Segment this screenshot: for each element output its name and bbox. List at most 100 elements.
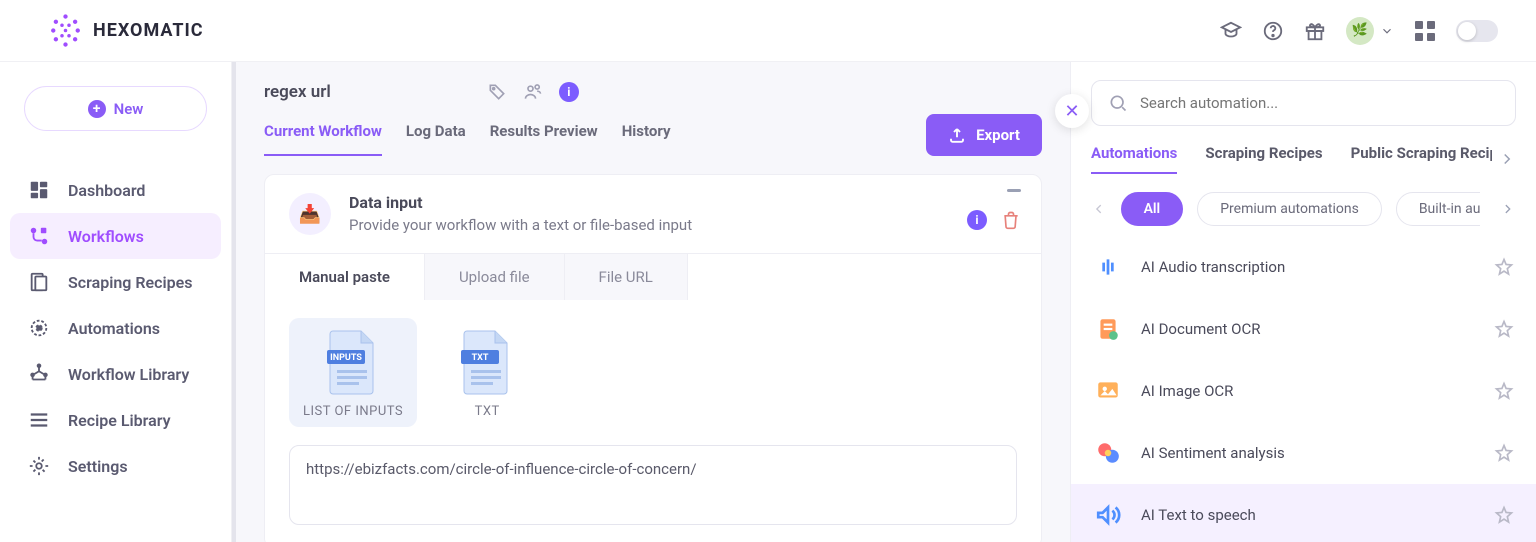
search-input[interactable]: [1140, 94, 1499, 112]
sidebar-item-label: Workflow Library: [68, 365, 189, 384]
search-icon: [1108, 93, 1128, 113]
star-icon[interactable]: [1494, 381, 1514, 401]
automation-label: AI Text to speech: [1141, 506, 1476, 524]
apps-grid-icon[interactable]: [1414, 20, 1436, 42]
data-input-card: 📥 Data input Provide your workflow with …: [264, 174, 1042, 542]
chevron-right-icon[interactable]: [1498, 150, 1516, 168]
sidebar-item-rec-lib[interactable]: Recipe Library: [10, 397, 221, 443]
step-title: Data input: [349, 193, 692, 212]
svg-text:INPUTS: INPUTS: [330, 353, 362, 363]
filter-pills: All Premium automations Built-in automo: [1121, 192, 1481, 226]
sidebar-item-dashboard[interactable]: Dashboard: [10, 167, 221, 213]
sidebar-item-recipes[interactable]: Scraping Recipes: [10, 259, 221, 305]
sidebar-item-label: Dashboard: [68, 181, 145, 200]
tab-history[interactable]: History: [622, 114, 671, 156]
hexomatic-logo-icon: [48, 13, 83, 48]
help-icon[interactable]: [1262, 20, 1284, 42]
settings-icon: [28, 455, 50, 477]
collapse-icon[interactable]: [1007, 189, 1021, 192]
user-menu[interactable]: 🌿: [1346, 17, 1394, 45]
sidebar-item-label: Workflows: [68, 227, 144, 246]
input-tab-file-url[interactable]: File URL: [565, 254, 688, 300]
star-icon[interactable]: [1494, 257, 1514, 277]
tab-results-preview[interactable]: Results Preview: [490, 114, 598, 156]
new-button-label: New: [114, 100, 144, 118]
pill-built-in-automo[interactable]: Built-in automo: [1396, 192, 1481, 226]
chevron-right-icon[interactable]: [1500, 200, 1516, 218]
academy-icon[interactable]: [1220, 20, 1242, 42]
automations-panel: ✕ AutomationsScraping RecipesPublic Scra…: [1070, 62, 1536, 542]
automation-ai-text-to-speech[interactable]: AI Text to speech: [1071, 484, 1536, 542]
sidebar-item-label: Recipe Library: [68, 411, 171, 430]
cat-tab-automations[interactable]: Automations: [1091, 144, 1177, 174]
pill-premium-automations[interactable]: Premium automations: [1197, 192, 1382, 226]
file-choice-list-of-inputs[interactable]: INPUTS LIST OF INPUTS: [289, 318, 417, 427]
input-type-tabs: Manual pasteUpload fileFile URL: [265, 253, 1041, 300]
star-icon[interactable]: [1494, 505, 1514, 525]
wf-lib-icon: [28, 363, 50, 385]
chevron-left-icon[interactable]: [1091, 200, 1107, 218]
automation-label: AI Document OCR: [1141, 320, 1476, 338]
search-automation[interactable]: [1091, 80, 1516, 126]
file-choice-txt[interactable]: TXTTXT: [443, 318, 531, 427]
chevron-down-icon: [1380, 24, 1394, 38]
app-header: HEXOMATIC 🌿: [0, 0, 1536, 62]
gift-icon[interactable]: [1304, 20, 1326, 42]
pill-all[interactable]: All: [1121, 192, 1184, 226]
sidebar-item-automations[interactable]: Automations: [10, 305, 221, 351]
export-button[interactable]: Export: [926, 114, 1042, 156]
header-actions: 🌿: [1220, 17, 1498, 45]
new-button[interactable]: + New: [24, 86, 207, 131]
main-content: regex url i Current Workflow Log Data Resu…: [232, 62, 1070, 542]
sidebar-item-workflows[interactable]: Workflows: [10, 213, 221, 259]
star-icon[interactable]: [1494, 319, 1514, 339]
url-input[interactable]: [289, 445, 1017, 525]
automation-list: AI Audio transcription AI Document OCR AI …: [1071, 236, 1536, 542]
step-icon: 📥: [289, 193, 331, 235]
close-panel-button[interactable]: ✕: [1055, 94, 1089, 128]
workflow-title[interactable]: regex url: [264, 82, 331, 102]
brand-logo[interactable]: HEXOMATIC: [48, 13, 204, 48]
workflow-tabs: Current Workflow Log Data Results Preview H…: [264, 114, 671, 156]
rec-lib-icon: [28, 409, 50, 431]
sidebar-item-label: Settings: [68, 457, 128, 476]
automation-label: AI Audio transcription: [1141, 258, 1476, 276]
cat-tab-public-scraping-recipes[interactable]: Public Scraping Recipes: [1351, 144, 1492, 174]
export-label: Export: [976, 126, 1020, 144]
export-icon: [948, 126, 966, 144]
file-choice-label: LIST OF INPUTS: [303, 404, 403, 419]
tab-current-workflow[interactable]: Current Workflow: [264, 114, 382, 156]
dashboard-icon: [28, 179, 50, 201]
input-tab-manual-paste[interactable]: Manual paste: [265, 254, 425, 300]
step-info-icon[interactable]: i: [967, 210, 987, 230]
sentiment-icon: [1093, 438, 1123, 468]
tab-log-data[interactable]: Log Data: [406, 114, 466, 156]
trash-icon[interactable]: [1001, 210, 1021, 230]
plus-icon: +: [88, 100, 106, 118]
workflows-icon: [28, 225, 50, 247]
sidebar-item-wf-lib[interactable]: Workflow Library: [10, 351, 221, 397]
theme-toggle[interactable]: [1456, 20, 1498, 42]
star-icon[interactable]: [1494, 443, 1514, 463]
automation-label: AI Sentiment analysis: [1141, 444, 1476, 462]
automation-ai-image-ocr[interactable]: AI Image OCR: [1071, 360, 1536, 422]
category-tabs: Automations Scraping Recipes Public Scrapi…: [1091, 144, 1492, 174]
brand-name: HEXOMATIC: [93, 20, 204, 41]
step-description: Provide your workflow with a text or fil…: [349, 216, 692, 234]
share-icon[interactable]: [523, 82, 543, 102]
document-icon: TXT: [457, 326, 517, 396]
img-icon: [1093, 376, 1123, 406]
automation-ai-audio-transcription[interactable]: AI Audio transcription: [1071, 236, 1536, 298]
cat-tab-scraping-recipes[interactable]: Scraping Recipes: [1205, 144, 1322, 174]
file-type-choices: INPUTS LIST OF INPUTS TXTTXT: [289, 318, 1017, 427]
info-icon[interactable]: i: [559, 82, 579, 102]
automations-icon: [28, 317, 50, 339]
sidebar-item-label: Scraping Recipes: [68, 273, 192, 292]
sidebar-item-settings[interactable]: Settings: [10, 443, 221, 489]
tag-icon[interactable]: [487, 82, 507, 102]
automation-ai-sentiment-analysis[interactable]: AI Sentiment analysis: [1071, 422, 1536, 484]
automation-label: AI Image OCR: [1141, 382, 1476, 400]
automation-ai-document-ocr[interactable]: AI Document OCR: [1071, 298, 1536, 360]
input-tab-upload-file[interactable]: Upload file: [425, 254, 565, 300]
recipes-icon: [28, 271, 50, 293]
